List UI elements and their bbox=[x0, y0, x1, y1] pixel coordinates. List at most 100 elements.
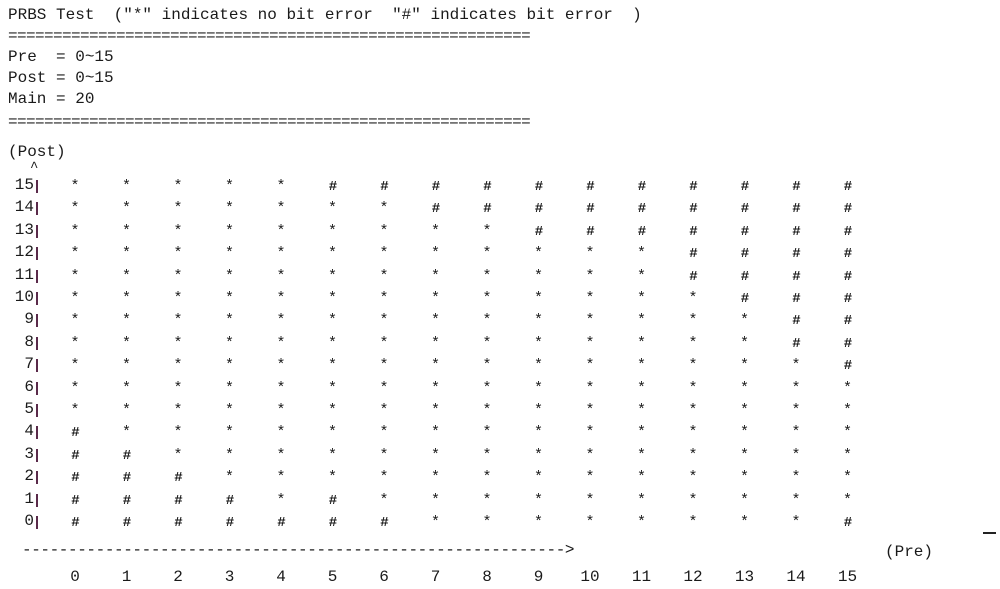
cell-no-error: * bbox=[636, 491, 646, 509]
cell-no-error: * bbox=[791, 357, 801, 375]
cell-no-error: * bbox=[70, 245, 80, 263]
cell-no-error: * bbox=[842, 424, 852, 442]
cell-no-error: * bbox=[791, 379, 801, 397]
cell-no-error: * bbox=[276, 402, 286, 419]
cell-no-error: * bbox=[224, 267, 234, 285]
cell-bit-error: # bbox=[637, 223, 646, 240]
cell-no-error: * bbox=[379, 379, 389, 397]
cell-no-error: * bbox=[224, 357, 234, 375]
cell-no-error: * bbox=[224, 222, 234, 240]
cell-bit-error: # bbox=[740, 291, 749, 307]
cell-bit-error: # bbox=[225, 492, 234, 509]
cell-bit-error: # bbox=[122, 492, 131, 509]
row-axis-tick bbox=[36, 247, 38, 261]
cell-no-error: * bbox=[636, 245, 646, 263]
cell-bit-error: # bbox=[792, 201, 800, 218]
col-label-pre-10: 10 bbox=[580, 568, 600, 586]
cell-no-error: * bbox=[533, 424, 543, 442]
cell-bit-error: # bbox=[122, 447, 131, 464]
cell-bit-error: # bbox=[689, 179, 697, 195]
cell-bit-error: # bbox=[843, 223, 852, 240]
cell-no-error: * bbox=[327, 469, 337, 487]
row-axis-tick bbox=[36, 516, 38, 529]
cell-no-error: * bbox=[70, 200, 80, 218]
cell-no-error: * bbox=[533, 357, 543, 375]
cell-no-error: * bbox=[70, 334, 80, 352]
cell-no-error: * bbox=[636, 424, 646, 442]
row-axis-tick bbox=[36, 471, 38, 485]
col-label-pre-11: 11 bbox=[631, 568, 652, 586]
cell-no-error: * bbox=[276, 222, 286, 240]
cell-no-error: * bbox=[482, 357, 492, 375]
cell-no-error: * bbox=[121, 379, 131, 397]
cell-no-error: * bbox=[585, 446, 595, 464]
cell-bit-error: # bbox=[843, 179, 852, 195]
cell-no-error: * bbox=[636, 469, 646, 487]
cell-bit-error: # bbox=[843, 291, 852, 307]
cell-no-error: * bbox=[379, 402, 389, 419]
row-axis-tick bbox=[36, 314, 38, 328]
cell-bit-error: # bbox=[225, 515, 234, 531]
cell-bit-error: # bbox=[792, 335, 800, 352]
cell-no-error: * bbox=[688, 290, 698, 307]
cell-bit-error: # bbox=[328, 492, 337, 509]
cell-bit-error: # bbox=[843, 358, 852, 375]
cell-no-error: * bbox=[688, 334, 698, 352]
cell-no-error: * bbox=[173, 446, 183, 464]
cell-no-error: * bbox=[379, 334, 389, 352]
cell-no-error: * bbox=[70, 357, 80, 375]
cell-no-error: * bbox=[636, 290, 646, 307]
cell-no-error: * bbox=[173, 267, 183, 285]
cell-no-error: * bbox=[739, 334, 749, 352]
cell-no-error: * bbox=[739, 514, 749, 531]
cell-no-error: * bbox=[636, 334, 646, 352]
cell-no-error: * bbox=[379, 245, 389, 263]
cell-no-error: * bbox=[327, 245, 337, 263]
cell-no-error: * bbox=[791, 491, 801, 509]
cell-no-error: * bbox=[121, 200, 131, 218]
cell-no-error: * bbox=[739, 424, 749, 442]
row-label-post-11: 11 bbox=[14, 265, 34, 284]
row-label-post-9: 9 bbox=[24, 310, 34, 329]
col-label-pre-1: 1 bbox=[121, 568, 132, 586]
cell-no-error: * bbox=[173, 222, 183, 240]
cell-no-error: * bbox=[585, 290, 595, 307]
cell-no-error: * bbox=[585, 357, 595, 375]
x-axis-line: ----------------------------------------… bbox=[22, 541, 575, 559]
cell-bit-error: # bbox=[174, 470, 182, 487]
row-label-post-8: 8 bbox=[24, 332, 34, 351]
row-label-post-0: 0 bbox=[24, 512, 34, 530]
cell-no-error: * bbox=[739, 491, 749, 509]
cell-no-error: * bbox=[482, 312, 492, 330]
col-label-pre-13: 13 bbox=[734, 568, 755, 586]
cell-no-error: * bbox=[688, 491, 698, 509]
cell-no-error: * bbox=[173, 357, 183, 375]
cell-no-error: * bbox=[636, 267, 646, 285]
row-label-post-4: 4 bbox=[24, 422, 34, 441]
cell-no-error: * bbox=[636, 446, 646, 464]
cell-no-error: * bbox=[276, 267, 286, 285]
cell-no-error: * bbox=[739, 312, 749, 330]
cell-no-error: * bbox=[482, 290, 492, 307]
cell-no-error: * bbox=[482, 446, 492, 464]
cell-no-error: * bbox=[379, 357, 389, 375]
cell-no-error: * bbox=[482, 245, 492, 263]
cell-no-error: * bbox=[379, 267, 389, 285]
cell-no-error: * bbox=[224, 178, 234, 195]
cell-no-error: * bbox=[121, 312, 131, 330]
cell-no-error: * bbox=[70, 312, 80, 330]
cell-no-error: * bbox=[430, 402, 440, 419]
row-label-post-14: 14 bbox=[14, 198, 34, 217]
cell-bit-error: # bbox=[740, 223, 749, 240]
cell-bit-error: # bbox=[792, 223, 800, 240]
cell-no-error: * bbox=[276, 379, 286, 397]
cell-no-error: * bbox=[224, 469, 234, 487]
cell-no-error: * bbox=[121, 267, 131, 285]
bit-error-grid: 15 * * * * * # # # # # # # # # # #14 * * * * * * * # # # # # # # # #13 * *… bbox=[0, 0, 1000, 589]
cell-no-error: * bbox=[224, 424, 234, 442]
cell-no-error: * bbox=[842, 446, 852, 464]
cell-no-error: * bbox=[739, 357, 749, 375]
cell-bit-error: # bbox=[792, 246, 800, 263]
cell-bit-error: # bbox=[71, 425, 79, 442]
cell-bit-error: # bbox=[174, 492, 182, 509]
